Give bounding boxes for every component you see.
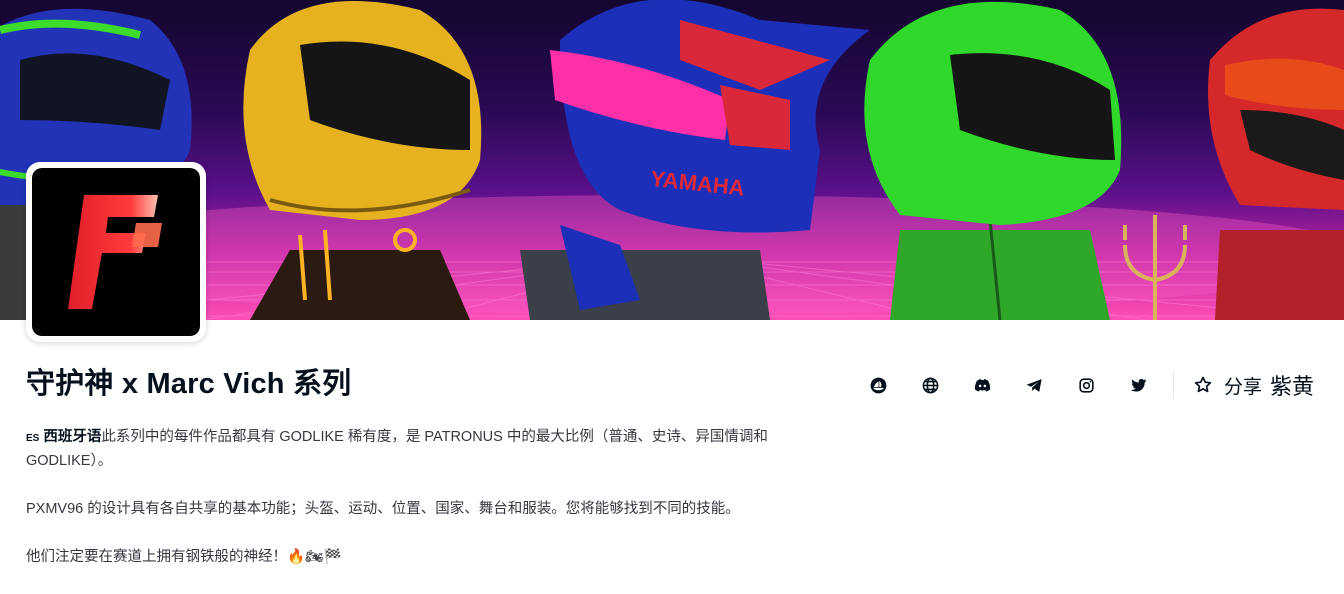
extra-label: 紫黄	[1269, 374, 1314, 399]
globe-icon[interactable]	[905, 368, 957, 402]
language-name[interactable]: 西班牙语	[43, 429, 101, 445]
patronus-logo-icon	[68, 195, 162, 309]
helmet-yellow-icon	[243, 1, 482, 320]
collection-actions: 分享 紫黄	[853, 368, 1314, 402]
description-text-1: 此系列中的每件作品都具有 GODLIKE 稀有度，是 PATRONUS 中的最大…	[26, 429, 768, 469]
description-text-3: 他们注定要在赛道上拥有钢铁般的神经！🔥🏍🏁	[26, 549, 342, 565]
description-text-2: PXMV96 的设计具有各自共享的基本功能；头盔、运动、位置、国家、舞台和服装。…	[26, 501, 740, 517]
telegram-icon[interactable]	[1009, 368, 1061, 402]
instagram-icon[interactable]	[1061, 368, 1113, 402]
collection-avatar	[26, 162, 206, 342]
star-icon[interactable]	[1186, 368, 1220, 402]
discord-icon[interactable]	[957, 368, 1009, 402]
helmet-red-icon	[1208, 8, 1344, 320]
action-divider	[1172, 372, 1174, 398]
language-code: ES	[26, 433, 40, 444]
twitter-icon[interactable]	[1113, 368, 1165, 402]
share-label[interactable]: 分享	[1224, 372, 1262, 399]
description-paragraph: ES 西班牙语此系列中的每件作品都具有 GODLIKE 稀有度，是 PATRONU…	[26, 426, 846, 473]
collection-description: ES 西班牙语此系列中的每件作品都具有 GODLIKE 稀有度，是 PATRONU…	[26, 426, 846, 594]
helmet-green-icon	[864, 1, 1187, 320]
page-title: 守护神 x Marc Vich 系列	[26, 368, 352, 400]
opensea-icon[interactable]	[853, 368, 905, 402]
share-button[interactable]: 分享 紫黄	[1186, 368, 1314, 402]
